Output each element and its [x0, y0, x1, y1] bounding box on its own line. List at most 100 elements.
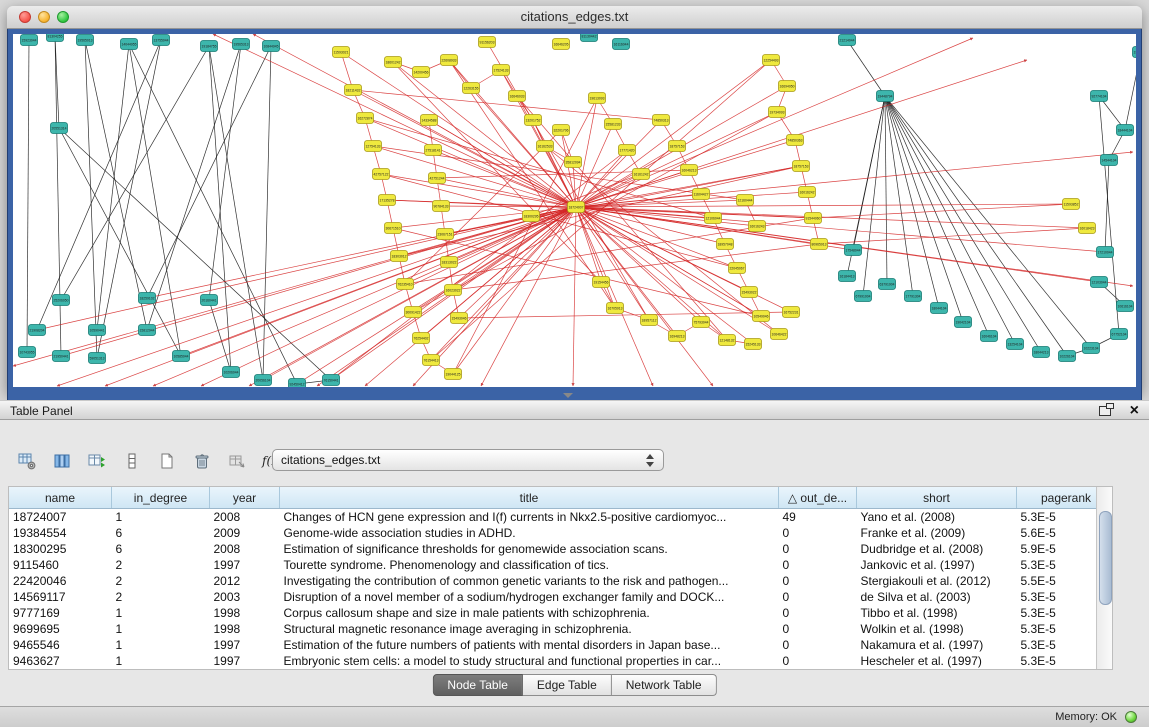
network-node[interactable]: 12148132 — [719, 335, 736, 346]
network-node[interactable]: 19361044 — [1133, 47, 1137, 58]
network-node[interactable]: 13201752 — [525, 115, 542, 126]
delete-table-icon[interactable] — [189, 448, 215, 474]
network-node[interactable]: 20056104 — [255, 375, 272, 386]
splitter-handle[interactable] — [563, 393, 573, 398]
tab-edge-table[interactable]: Edge Table — [523, 674, 612, 696]
network-node[interactable]: 10549046 — [753, 311, 770, 322]
network-node[interactable]: 18313022 — [441, 257, 458, 268]
network-node[interactable]: 13755044 — [153, 35, 170, 46]
network-node[interactable]: 19734093 — [769, 107, 786, 118]
table-row[interactable]: 969969511998Structural magnetic resonanc… — [9, 621, 1113, 637]
network-node[interactable]: 19565013 — [77, 35, 94, 46]
network-node[interactable]: 18757153 — [793, 161, 810, 172]
column-header-in_degree[interactable]: in_degree — [112, 487, 210, 509]
table-row[interactable]: 977716911998Corpus callosum shape and si… — [9, 605, 1113, 621]
network-node[interactable]: 76254402 — [413, 333, 430, 344]
close-button[interactable] — [19, 11, 31, 23]
network-node[interactable]: 16752231 — [783, 307, 800, 318]
network-canvas[interactable]: 1872400711593021182114321627287412754133… — [13, 34, 1136, 387]
network-node[interactable]: 27518141 — [425, 145, 442, 156]
network-node[interactable]: 10590441 — [89, 325, 106, 336]
network-node[interactable]: 16046213 — [681, 165, 698, 176]
column-header-year[interactable]: year — [210, 487, 280, 509]
network-node[interactable]: 92450412 — [289, 379, 306, 388]
close-panel-icon[interactable]: × — [1130, 401, 1139, 421]
table-row[interactable]: 1938455462009Genome-wide association stu… — [9, 525, 1113, 541]
network-node[interactable]: 19154456 — [593, 277, 610, 288]
network-node[interactable]: 17791304 — [905, 291, 922, 302]
network-node[interactable]: 19184755 — [201, 41, 218, 52]
network-node[interactable]: 90784133 — [433, 201, 450, 212]
network-node[interactable]: 59051313 — [89, 353, 106, 364]
new-table-icon[interactable] — [154, 448, 180, 474]
network-node[interactable]: 10585044 — [173, 351, 190, 362]
column-header-name[interactable]: name — [9, 487, 112, 509]
network-node[interactable]: 20160441 — [201, 295, 218, 306]
network-node[interactable]: 74850363 — [787, 135, 804, 146]
column-header-out_degree[interactable]: △ out_de... — [779, 487, 857, 509]
network-node[interactable]: 16016243 — [749, 221, 766, 232]
network-node[interactable]: 67991004 — [855, 291, 872, 302]
network-node[interactable]: 15812944 — [139, 325, 156, 336]
network-node[interactable]: 30671510 — [385, 223, 402, 234]
network-node[interactable]: 23067151 — [437, 229, 454, 240]
network-node[interactable]: 16646205 — [553, 39, 570, 50]
network-node[interactable]: 14544104 — [1101, 155, 1118, 166]
network-node[interactable]: 18300295 — [523, 211, 540, 222]
float-panel-icon[interactable] — [1099, 406, 1111, 416]
network-node[interactable]: 21950441 — [53, 351, 70, 362]
network-node[interactable]: 18259102 — [139, 293, 156, 304]
network-node[interactable]: 16023022 — [445, 285, 462, 296]
edit-columns-icon[interactable] — [84, 448, 110, 474]
network-node[interactable]: 42751244 — [429, 173, 446, 184]
network-node[interactable]: 21908204 — [29, 325, 46, 336]
network-node[interactable]: 17524133 — [493, 65, 510, 76]
network-node[interactable]: 16184413 — [839, 271, 856, 282]
network-node[interactable]: 10616104 — [1117, 301, 1134, 312]
network-node[interactable]: 16272874 — [357, 113, 374, 124]
minimize-button[interactable] — [38, 11, 50, 23]
network-node[interactable]: 11593021 — [333, 47, 350, 58]
network-node[interactable]: 10206044 — [223, 367, 240, 378]
network-node[interactable]: 10844945 — [263, 41, 280, 52]
network-node[interactable]: 22045067 — [729, 263, 746, 274]
network-node[interactable]: 16646033 — [509, 91, 526, 102]
network-node[interactable]: 16161242 — [633, 169, 650, 180]
network-node[interactable]: 14044955 — [121, 39, 138, 50]
network-node[interactable]: 10743955 — [19, 347, 36, 358]
network-node[interactable]: 12160444 — [737, 195, 754, 206]
table-row[interactable]: 1456911722003Disruption of a novel membe… — [9, 589, 1113, 605]
network-node[interactable]: 16162533 — [537, 141, 554, 152]
network-node[interactable]: 17135278 — [379, 195, 396, 206]
network-node[interactable]: 16948213 — [669, 331, 686, 342]
table-row[interactable]: 946362711997Embryonic stem cells: a mode… — [9, 653, 1113, 669]
network-node[interactable]: 76150441 — [323, 375, 340, 386]
network-node[interactable]: 74850313 — [653, 115, 670, 126]
network-node[interactable]: 63791904 — [879, 279, 896, 290]
network-node[interactable]: 92774104 — [1091, 91, 1108, 102]
network-node[interactable]: 35812094 — [565, 157, 582, 168]
network-node[interactable]: 15923044 — [21, 35, 38, 46]
network-node[interactable]: 76154413 — [423, 355, 440, 366]
network-node[interactable]: 12754133 — [365, 141, 382, 152]
network-node[interactable]: 42757122 — [373, 169, 390, 180]
network-node[interactable]: 91544960 — [805, 213, 822, 224]
network-node[interactable]: 75793044 — [693, 317, 710, 328]
network-node[interactable]: 18303012 — [391, 251, 408, 262]
network-node[interactable]: 12254493 — [763, 55, 780, 66]
network-node[interactable]: 30091422 — [405, 307, 422, 318]
network-node[interactable]: 80965913 — [811, 239, 828, 250]
network-node[interactable]: 25206050 — [53, 295, 70, 306]
network-node[interactable]: 67752104 — [1111, 329, 1128, 340]
network-node[interactable]: 81304255 — [47, 34, 64, 42]
import-table-icon[interactable] — [224, 448, 250, 474]
network-node[interactable]: 18211432 — [345, 85, 362, 96]
network-node[interactable]: 10226104 — [1059, 351, 1076, 362]
network-node[interactable]: 16705913 — [607, 303, 624, 314]
show-columns-icon[interactable] — [49, 448, 75, 474]
network-node[interactable]: 14334588 — [421, 115, 438, 126]
network-node[interactable]: 12263155 — [463, 83, 480, 94]
network-node[interactable]: 15245133 — [745, 339, 762, 350]
network-node[interactable]: 16018423 — [1079, 223, 1096, 234]
network-node[interactable]: 19044125 — [445, 369, 462, 380]
